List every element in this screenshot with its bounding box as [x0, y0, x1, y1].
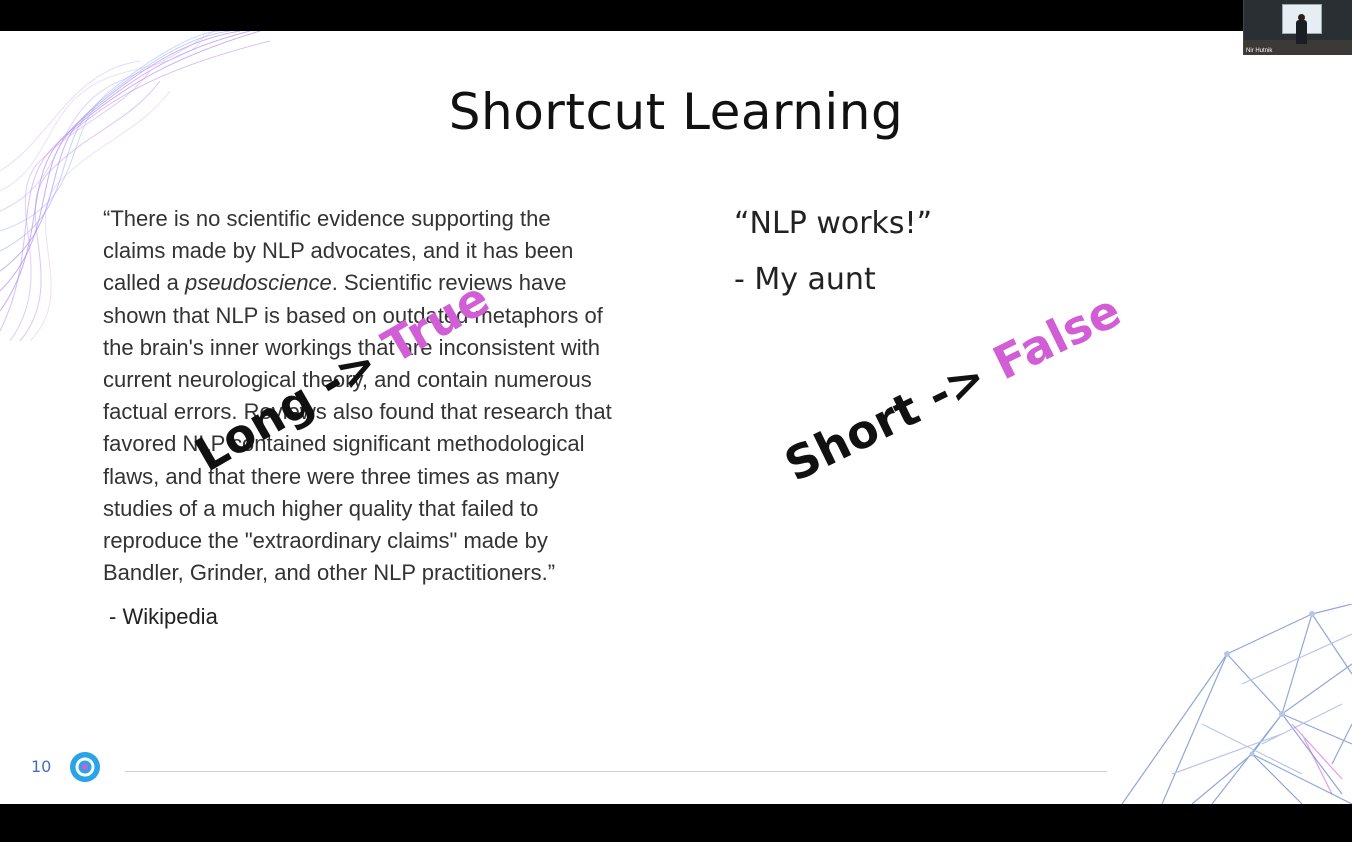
- company-logo-icon: [70, 752, 100, 782]
- participant-name: Nir Hutnik: [1246, 48, 1273, 54]
- participant-video-thumbnail[interactable]: Nir Hutnik: [1243, 0, 1352, 55]
- aunt-attribution: - My aunt: [734, 262, 876, 297]
- quote-attribution: - Wikipedia: [109, 604, 218, 629]
- presentation-slide: Shortcut Learning “There is no scientifi…: [0, 31, 1352, 804]
- quote-line: claims made by NLP advocates, and it has…: [103, 238, 574, 264]
- quote-line: called a pseudoscience. Scientific revie…: [103, 270, 567, 296]
- slide-title: Shortcut Learning: [448, 83, 904, 141]
- quote-line: “There is no scientific evidence support…: [103, 206, 551, 231]
- short-false-label: Short -> False: [776, 283, 1129, 492]
- video-speaker-head: [1298, 14, 1305, 21]
- false-label: False: [984, 283, 1129, 391]
- decorative-network-graphic: [1121, 604, 1352, 804]
- slide-page-number: 10: [31, 757, 52, 776]
- quote-line: factual errors. Reviews also found that …: [103, 399, 612, 425]
- quote-line: reproduce the "extraordinary claims" mad…: [103, 528, 548, 554]
- aunt-quote: “NLP works!”: [734, 206, 933, 241]
- wikipedia-quote: “There is no scientific evidence support…: [103, 203, 703, 589]
- short-label-prefix: Short ->: [776, 341, 1009, 492]
- video-speaker-body: [1296, 20, 1307, 44]
- quote-line: flaws, and that there were three times a…: [103, 463, 560, 489]
- quote-line: studies of a much higher quality that fa…: [103, 495, 539, 521]
- quote-line: Bandler, Grinder, and other NLP practiti…: [103, 560, 556, 586]
- footer-divider: [125, 771, 1107, 772]
